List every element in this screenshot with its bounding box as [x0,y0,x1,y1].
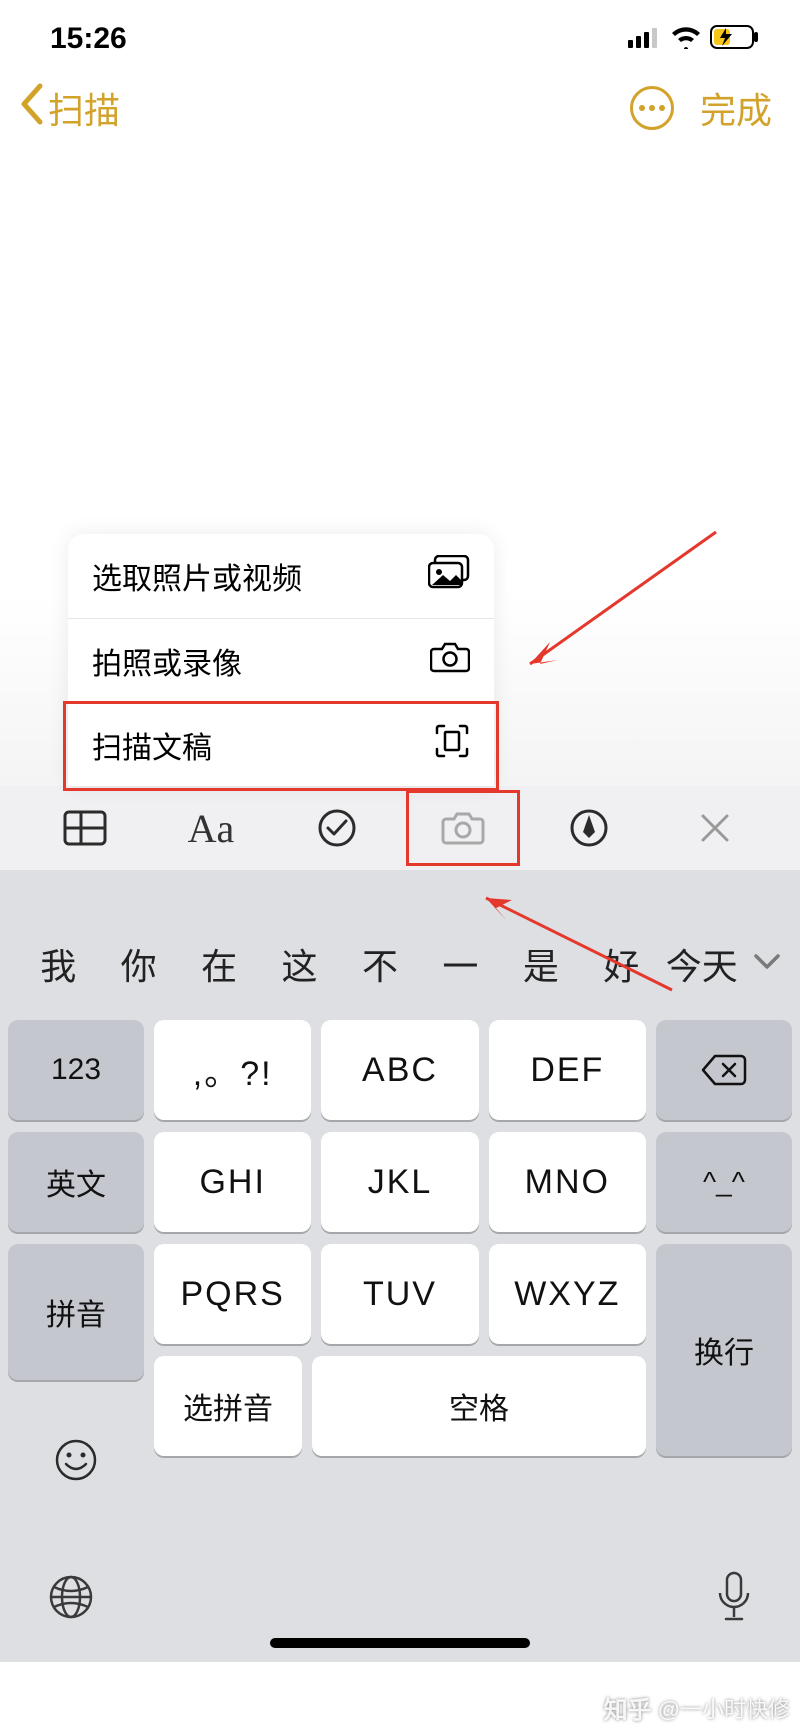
candidate[interactable]: 今天 [662,938,742,990]
checkmark-circle-icon [317,808,357,848]
prediction-strip [0,870,800,916]
backspace-icon [701,1053,747,1087]
close-button[interactable] [652,786,778,870]
key-pinyin[interactable]: 拼音 [8,1244,144,1380]
key-space[interactable]: 空格 [312,1356,646,1456]
chevron-down-icon [752,952,782,972]
watermark-author: @一小时快修 [658,1692,790,1724]
key-face[interactable]: ^_^ [656,1132,792,1232]
keyboard-bottom-bar [0,1542,800,1662]
key-english[interactable]: 英文 [8,1132,144,1232]
expand-candidates-button[interactable] [742,952,792,977]
chevron-left-icon [18,82,44,135]
markup-button[interactable] [526,786,652,870]
back-label: 扫描 [48,82,120,134]
menu-choose-photo[interactable]: 选取照片或视频 [68,534,494,618]
candidate[interactable]: 我 [18,938,98,990]
keyboard: 123 ,。?! ABC DEF 英文 GHI JKL MNO ^_^ 拼音 P… [0,1012,800,1542]
key-def[interactable]: DEF [489,1020,646,1120]
back-button[interactable]: 扫描 [18,82,120,135]
candidate-bar: 我 你 在 这 不 一 是 好 今天 [0,916,800,1012]
text-format-label: Aa [188,805,235,852]
menu-take-photo[interactable]: 拍照或录像 [68,618,494,702]
table-button[interactable] [22,786,148,870]
microphone-icon [716,1571,752,1623]
key-tuv[interactable]: TUV [321,1244,478,1344]
candidate[interactable]: 在 [179,938,259,990]
camera-icon [441,810,485,846]
menu-scan-document[interactable]: 扫描文稿 [68,702,494,786]
done-button[interactable]: 完成 [700,82,772,134]
key-ghi[interactable]: GHI [154,1132,311,1232]
candidate[interactable]: 你 [98,938,178,990]
menu-label: 扫描文稿 [92,723,212,767]
nav-bar: 扫描 完成 [0,70,800,146]
note-body[interactable]: 选取照片或视频 拍照或录像 扫描文稿 [0,146,800,786]
home-indicator[interactable] [270,1638,530,1648]
candidate[interactable]: 不 [340,938,420,990]
candidate[interactable]: 是 [501,938,581,990]
signal-icon [628,26,662,53]
key-123[interactable]: 123 [8,1020,144,1120]
battery-icon [710,25,760,54]
checklist-button[interactable] [274,786,400,870]
annotation-arrow-icon [510,524,730,684]
key-jkl[interactable]: JKL [321,1132,478,1232]
status-time: 15:26 [50,22,127,56]
wifi-icon [670,25,702,54]
key-backspace[interactable] [656,1020,792,1120]
camera-icon [430,641,470,681]
table-icon [63,810,107,846]
dictation-button[interactable] [716,1571,752,1628]
emoji-icon [54,1438,98,1482]
more-button[interactable] [630,86,674,130]
key-pqrs[interactable]: PQRS [154,1244,311,1344]
format-toolbar: Aa [0,786,800,870]
menu-label: 选取照片或视频 [92,554,302,598]
close-icon [699,812,731,844]
key-abc[interactable]: ABC [321,1020,478,1120]
menu-label: 拍照或录像 [92,639,242,683]
scan-icon [434,723,470,767]
key-return[interactable]: 换行 [656,1244,792,1456]
candidate[interactable]: 好 [581,938,661,990]
globe-icon [48,1574,94,1620]
text-format-button[interactable]: Aa [148,786,274,870]
key-punct[interactable]: ,。?! [154,1020,311,1120]
key-emoji[interactable] [8,1392,144,1528]
candidate[interactable]: 这 [259,938,339,990]
key-wxyz[interactable]: WXYZ [489,1244,646,1344]
pen-circle-icon [569,808,609,848]
globe-button[interactable] [48,1574,94,1625]
status-icons [628,25,760,54]
camera-popup-menu: 选取照片或视频 拍照或录像 扫描文稿 [68,534,494,786]
key-mno[interactable]: MNO [489,1132,646,1232]
watermark: 知乎 @一小时快修 [604,1690,790,1725]
status-bar: 15:26 [0,0,800,70]
candidate[interactable]: 一 [420,938,500,990]
key-select-pinyin[interactable]: 选拼音 [154,1356,302,1456]
camera-button[interactable] [400,786,526,870]
watermark-site: 知乎 [604,1690,652,1725]
gallery-icon [428,555,470,597]
